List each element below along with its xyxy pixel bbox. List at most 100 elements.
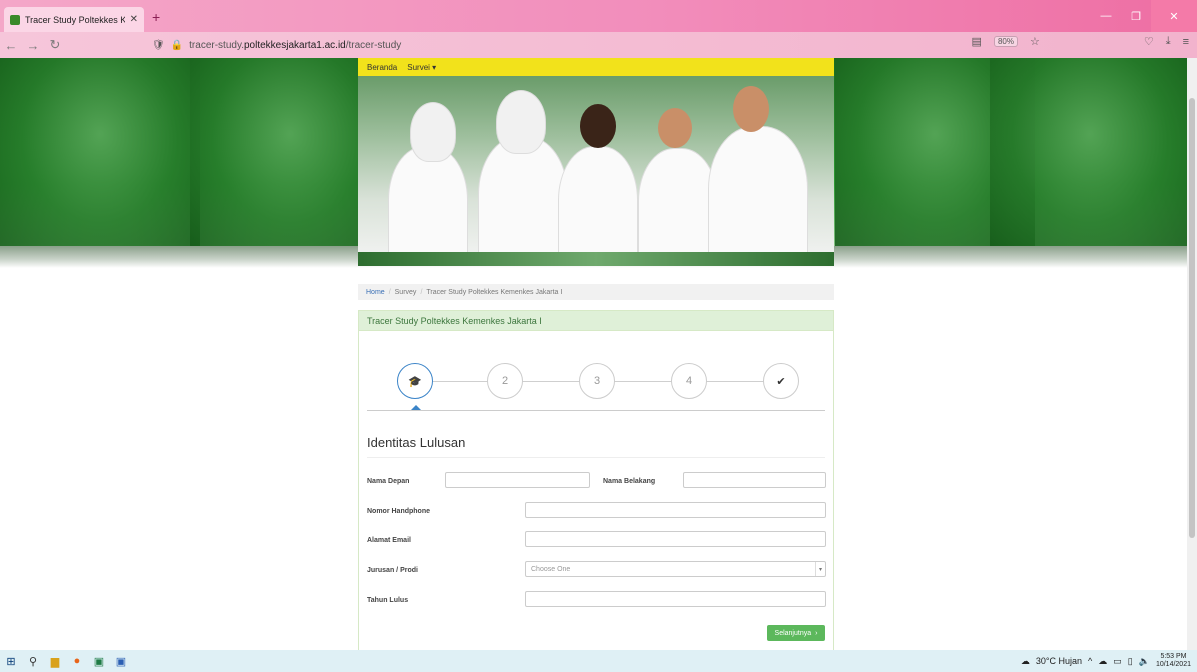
hero-person xyxy=(558,146,638,266)
breadcrumb: Home / Survey / Tracer Study Poltekkes K… xyxy=(358,284,834,300)
breadcrumb-current: Tracer Study Poltekkes Kemenkes Jakarta … xyxy=(426,288,563,296)
tab-title: Tracer Study Poltekkes Kemenk... xyxy=(25,14,125,25)
section-divider xyxy=(367,457,825,458)
hero-head xyxy=(580,104,616,148)
hero-person xyxy=(388,146,468,266)
browser-tab[interactable]: Tracer Study Poltekkes Kemenk... ✕ xyxy=(4,7,144,32)
wizard-step-3[interactable]: 3 xyxy=(579,363,615,399)
weather-icon[interactable]: ☁ xyxy=(1021,656,1030,667)
menu-icon[interactable]: ≡ xyxy=(1183,36,1189,48)
display-icon[interactable]: ▭ xyxy=(1113,656,1122,667)
web-page: Beranda Survei ▾ Home / Survey / Tracer … xyxy=(0,58,1187,650)
network-icon[interactable]: ▯ xyxy=(1128,656,1133,667)
clock-time: 5:53 PM xyxy=(1160,653,1187,660)
breadcrumb-home[interactable]: Home xyxy=(366,289,385,296)
last-name-label: Nama Belakang xyxy=(603,478,656,485)
hero-person xyxy=(478,136,568,266)
weather-text[interactable]: 30°C Hujan xyxy=(1036,656,1082,666)
section-title: Identitas Lulusan xyxy=(367,435,466,450)
major-select[interactable]: Choose One ▾ xyxy=(525,561,826,577)
site-menu: Beranda Survei ▾ xyxy=(358,58,834,76)
first-name-label: Nama Depan xyxy=(367,478,410,485)
hero-headscarf xyxy=(496,90,546,154)
breadcrumb-separator: / xyxy=(388,288,391,296)
windows-taskbar: ⊞ ⚲ ▆ ● ▣ ▣ ☁ 30°C Hujan ^ ☁ ▭ ▯ 🔈 5:53 … xyxy=(0,650,1197,672)
year-label: Tahun Lulus xyxy=(367,597,409,604)
reload-icon[interactable]: ↻ xyxy=(44,37,66,53)
url-path: /tracer-study xyxy=(345,39,402,51)
windows-start-icon[interactable]: ⊞ xyxy=(0,650,22,672)
file-explorer-icon[interactable]: ▆ xyxy=(44,650,66,672)
last-name-input[interactable] xyxy=(683,472,826,488)
maximize-icon[interactable]: ❐ xyxy=(1121,0,1151,32)
scrollbar-thumb[interactable] xyxy=(1189,98,1195,538)
url-domain: poltekkesjakarta1.ac.id xyxy=(244,39,346,51)
address-bar[interactable]: 🛡 🔒 tracer-study.poltekkesjakarta1.ac.id… xyxy=(152,35,982,55)
banner-side-image xyxy=(990,58,1187,248)
system-tray: ☁ 30°C Hujan ^ ☁ ▭ ▯ 🔈 5:53 PM 10/14/202… xyxy=(1021,650,1191,672)
volume-icon[interactable]: 🔈 xyxy=(1139,656,1150,667)
major-label: Jurusan / Prodi xyxy=(367,567,418,574)
reader-view-icon[interactable]: ▤ xyxy=(972,35,982,48)
menu-item-beranda[interactable]: Beranda xyxy=(367,63,397,72)
tab-close-icon[interactable]: ✕ xyxy=(130,14,138,25)
menu-item-survei[interactable]: Survei ▾ xyxy=(407,63,436,72)
excel-icon[interactable]: ▣ xyxy=(88,650,110,672)
shield-icon[interactable]: 🛡 xyxy=(152,40,165,51)
email-input[interactable] xyxy=(525,531,826,547)
download-icon[interactable]: ⤓ xyxy=(1166,35,1171,48)
zoom-level[interactable]: 80% xyxy=(993,36,1018,47)
new-tab-button[interactable]: + xyxy=(152,9,160,25)
major-select-value: Choose One xyxy=(531,565,571,573)
hero-image xyxy=(358,76,834,266)
hero-head xyxy=(733,86,769,132)
clock-date: 10/14/2021 xyxy=(1155,661,1191,668)
browser-toolbar: ← → ↻ 🛡 🔒 tracer-study.poltekkesjakarta1… xyxy=(0,32,1197,58)
onedrive-icon[interactable]: ☁ xyxy=(1098,656,1107,667)
survey-panel: Tracer Study Poltekkes Kemenkes Jakarta … xyxy=(358,310,834,650)
wizard-baseline xyxy=(367,410,825,411)
forward-icon[interactable]: → xyxy=(22,38,44,53)
chevron-down-icon[interactable]: ▾ xyxy=(815,562,825,576)
wizard-step-finish[interactable]: ✔ xyxy=(763,363,799,399)
active-step-caret-icon xyxy=(411,405,421,410)
lock-icon[interactable]: 🔒 xyxy=(171,40,183,51)
minimize-icon[interactable]: — xyxy=(1091,0,1121,32)
breadcrumb-separator: / xyxy=(420,288,423,296)
hero-bottom-strip xyxy=(358,252,834,266)
word-icon[interactable]: ▣ xyxy=(110,650,132,672)
banner-side-image xyxy=(0,58,200,248)
phone-label: Nomor Handphone xyxy=(367,508,430,515)
wizard-step-2[interactable]: 2 xyxy=(487,363,523,399)
hero-head xyxy=(658,108,692,148)
pocket-icon[interactable]: ♡ xyxy=(1144,35,1154,48)
browser-tab-bar: Tracer Study Poltekkes Kemenk... ✕ + — ❐… xyxy=(0,0,1197,32)
graduation-cap-icon: 🎓 xyxy=(408,375,422,388)
hero-headscarf xyxy=(410,102,456,162)
phone-input[interactable] xyxy=(525,502,826,518)
chevron-right-icon: › xyxy=(815,629,818,637)
next-button[interactable]: Selanjutnya › xyxy=(767,625,825,641)
panel-title: Tracer Study Poltekkes Kemenkes Jakarta … xyxy=(359,311,833,331)
tray-chevron-up-icon[interactable]: ^ xyxy=(1088,656,1092,666)
breadcrumb-survey[interactable]: Survey xyxy=(395,289,417,296)
hero-person xyxy=(638,148,718,266)
first-name-input[interactable] xyxy=(445,472,590,488)
next-button-label: Selanjutnya xyxy=(774,629,812,637)
email-label: Alamat Email xyxy=(367,537,411,544)
wizard-step-1[interactable]: 🎓 xyxy=(397,363,433,399)
wizard-steps: 🎓 2 3 4 ✔ xyxy=(367,363,825,411)
clock[interactable]: 5:53 PM 10/14/2021 xyxy=(1156,653,1191,669)
hero-person xyxy=(708,126,808,266)
graduation-year-input[interactable] xyxy=(525,591,826,607)
back-icon[interactable]: ← xyxy=(0,38,22,53)
bookmark-star-icon[interactable]: ☆ xyxy=(1030,35,1040,48)
firefox-icon[interactable]: ● xyxy=(66,650,88,672)
close-window-icon[interactable]: ✕ xyxy=(1151,0,1197,32)
main-column: Beranda Survei ▾ xyxy=(358,58,834,266)
page-scrollbar[interactable] xyxy=(1187,58,1197,650)
site-favicon-icon xyxy=(10,14,20,25)
search-icon[interactable]: ⚲ xyxy=(22,650,44,672)
wizard-step-4[interactable]: 4 xyxy=(671,363,707,399)
url-text[interactable]: tracer-study.poltekkesjakarta1.ac.id/tra… xyxy=(189,40,401,51)
